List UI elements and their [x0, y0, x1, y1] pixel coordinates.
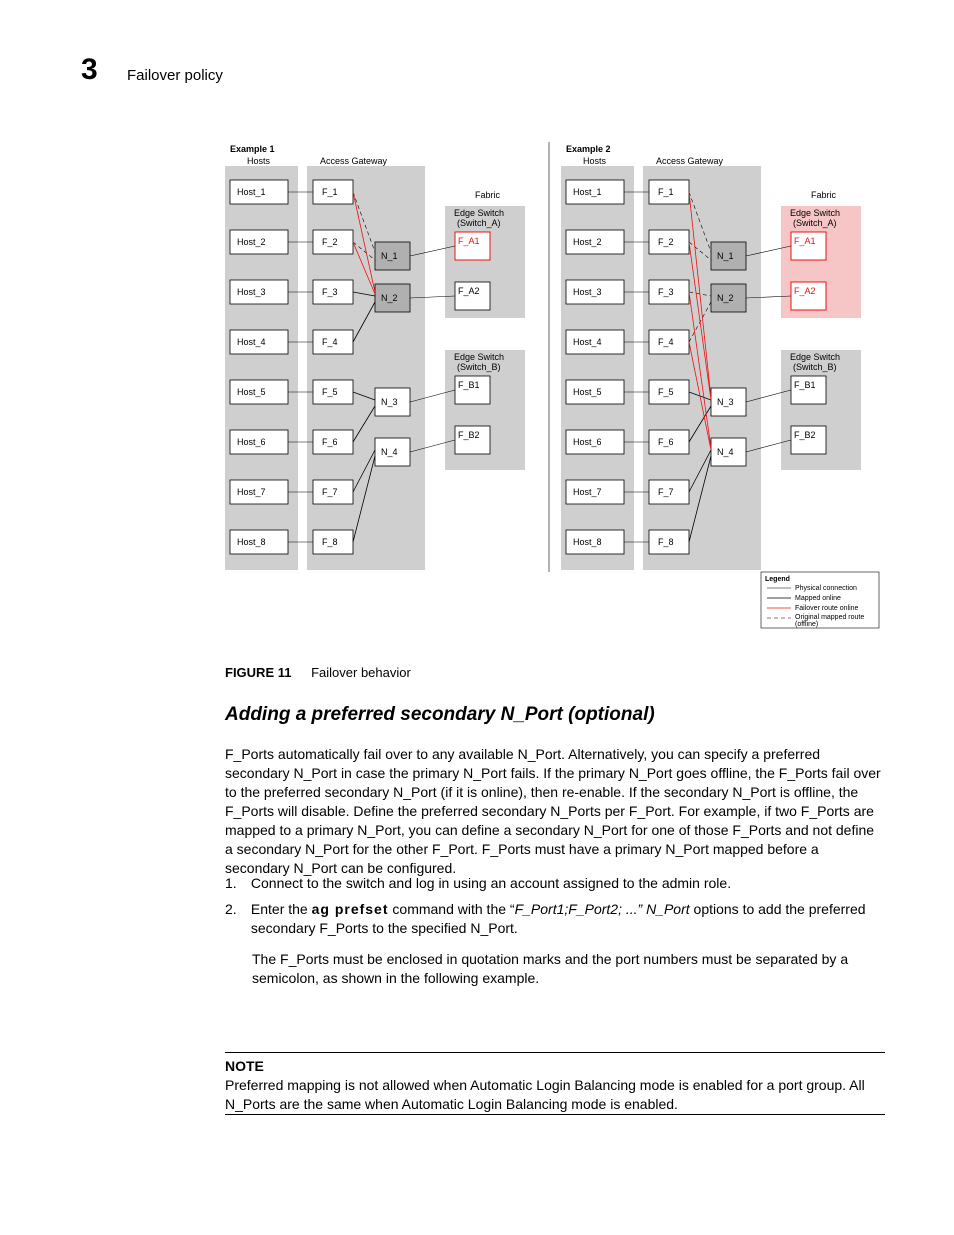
svg-text:Edge Switch: Edge Switch: [790, 208, 840, 218]
list-number: 2.: [225, 900, 247, 919]
svg-text:F_B1: F_B1: [794, 380, 816, 390]
svg-text:F_A1: F_A1: [458, 236, 480, 246]
figure-caption-text: Failover behavior: [311, 665, 411, 680]
svg-text:F_2: F_2: [322, 237, 338, 247]
svg-text:Host_4: Host_4: [237, 337, 266, 347]
svg-text:Hosts: Hosts: [583, 156, 607, 166]
svg-text:Edge Switch: Edge Switch: [454, 208, 504, 218]
svg-text:F_3: F_3: [658, 287, 674, 297]
svg-text:Host_3: Host_3: [237, 287, 266, 297]
svg-text:Host_4: Host_4: [573, 337, 602, 347]
svg-text:N_2: N_2: [381, 293, 398, 303]
svg-text:Failover route online: Failover route online: [795, 605, 859, 612]
svg-text:F_6: F_6: [658, 437, 674, 447]
svg-text:Host_1: Host_1: [573, 187, 602, 197]
svg-text:F_8: F_8: [658, 537, 674, 547]
svg-text:Host_6: Host_6: [573, 437, 602, 447]
svg-text:N_1: N_1: [717, 251, 734, 261]
svg-text:F_7: F_7: [322, 487, 338, 497]
svg-text:N_3: N_3: [381, 397, 398, 407]
note-rule-top: [225, 1052, 885, 1053]
figure-caption: FIGURE 11 Failover behavior: [225, 665, 411, 680]
svg-text:Fabric: Fabric: [475, 190, 501, 200]
svg-text:(Switch_B): (Switch_B): [793, 362, 837, 372]
list-item: 1. Connect to the switch and log in usin…: [225, 874, 885, 893]
svg-text:Host_3: Host_3: [573, 287, 602, 297]
list-text: Enter the ag prefset command with the “F…: [251, 900, 881, 938]
svg-text:F_8: F_8: [322, 537, 338, 547]
svg-text:Legend: Legend: [765, 576, 790, 583]
svg-text:F_1: F_1: [322, 187, 338, 197]
note-heading: NOTE: [225, 1058, 264, 1074]
svg-text:Fabric: Fabric: [811, 190, 837, 200]
figure-diagram: Example 1 Hosts Access Gateway Fabric Ed…: [225, 142, 885, 642]
svg-text:N_3: N_3: [717, 397, 734, 407]
svg-text:N_1: N_1: [381, 251, 398, 261]
svg-text:Original mapped route: Original mapped route: [795, 614, 864, 621]
svg-text:F_1: F_1: [658, 187, 674, 197]
svg-text:F_4: F_4: [322, 337, 338, 347]
svg-text:(Switch_A): (Switch_A): [457, 218, 501, 228]
svg-text:Host_5: Host_5: [573, 387, 602, 397]
note-rule-bottom: [225, 1114, 885, 1115]
svg-text:Physical connection: Physical connection: [795, 585, 857, 592]
svg-text:F_B1: F_B1: [458, 380, 480, 390]
svg-text:Host_2: Host_2: [237, 237, 266, 247]
svg-text:Hosts: Hosts: [247, 156, 271, 166]
svg-text:Host_6: Host_6: [237, 437, 266, 447]
svg-text:Host_5: Host_5: [237, 387, 266, 397]
svg-text:F_B2: F_B2: [458, 430, 480, 440]
svg-text:F_2: F_2: [658, 237, 674, 247]
svg-text:Host_8: Host_8: [237, 537, 266, 547]
svg-text:Host_7: Host_7: [573, 487, 602, 497]
svg-text:F_7: F_7: [658, 487, 674, 497]
svg-text:Host_2: Host_2: [573, 237, 602, 247]
svg-text:Host_7: Host_7: [237, 487, 266, 497]
svg-text:Access Gateway: Access Gateway: [656, 156, 724, 166]
svg-text:(Switch_A): (Switch_A): [793, 218, 837, 228]
command-text: ag prefset: [312, 901, 389, 917]
svg-text:F_6: F_6: [322, 437, 338, 447]
svg-text:N_4: N_4: [381, 447, 398, 457]
svg-text:F_5: F_5: [322, 387, 338, 397]
svg-text:F_3: F_3: [322, 287, 338, 297]
svg-text:Access Gateway: Access Gateway: [320, 156, 388, 166]
figure-label: FIGURE 11: [225, 665, 291, 680]
svg-text:N_2: N_2: [717, 293, 734, 303]
svg-text:Example 1: Example 1: [230, 144, 275, 154]
list-item: 2. Enter the ag prefset command with the…: [225, 900, 885, 938]
svg-text:Host_8: Host_8: [573, 537, 602, 547]
svg-text:F_B2: F_B2: [794, 430, 816, 440]
note-body: Preferred mapping is not allowed when Au…: [225, 1076, 885, 1114]
chapter-number: 3: [81, 53, 98, 87]
section-heading: Adding a preferred secondary N_Port (opt…: [225, 704, 655, 726]
svg-text:N_4: N_4: [717, 447, 734, 457]
list-number: 1.: [225, 874, 247, 893]
svg-text:(Switch_B): (Switch_B): [457, 362, 501, 372]
svg-text:F_A1: F_A1: [794, 236, 816, 246]
svg-text:Example 2: Example 2: [566, 144, 611, 154]
svg-text:Host_1: Host_1: [237, 187, 266, 197]
svg-text:F_4: F_4: [658, 337, 674, 347]
body-paragraph: F_Ports automatically fail over to any a…: [225, 745, 885, 878]
svg-text:F_A2: F_A2: [794, 286, 816, 296]
list-text: Connect to the switch and log in using a…: [251, 874, 881, 893]
svg-text:Edge Switch: Edge Switch: [790, 352, 840, 362]
page-title: Failover policy: [127, 67, 223, 84]
svg-text:(offline): (offline): [795, 621, 818, 628]
svg-text:F_A2: F_A2: [458, 286, 480, 296]
svg-text:F_5: F_5: [658, 387, 674, 397]
svg-text:Edge Switch: Edge Switch: [454, 352, 504, 362]
list-subtext: The F_Ports must be enclosed in quotatio…: [252, 950, 898, 988]
svg-text:Mapped online: Mapped online: [795, 595, 841, 602]
